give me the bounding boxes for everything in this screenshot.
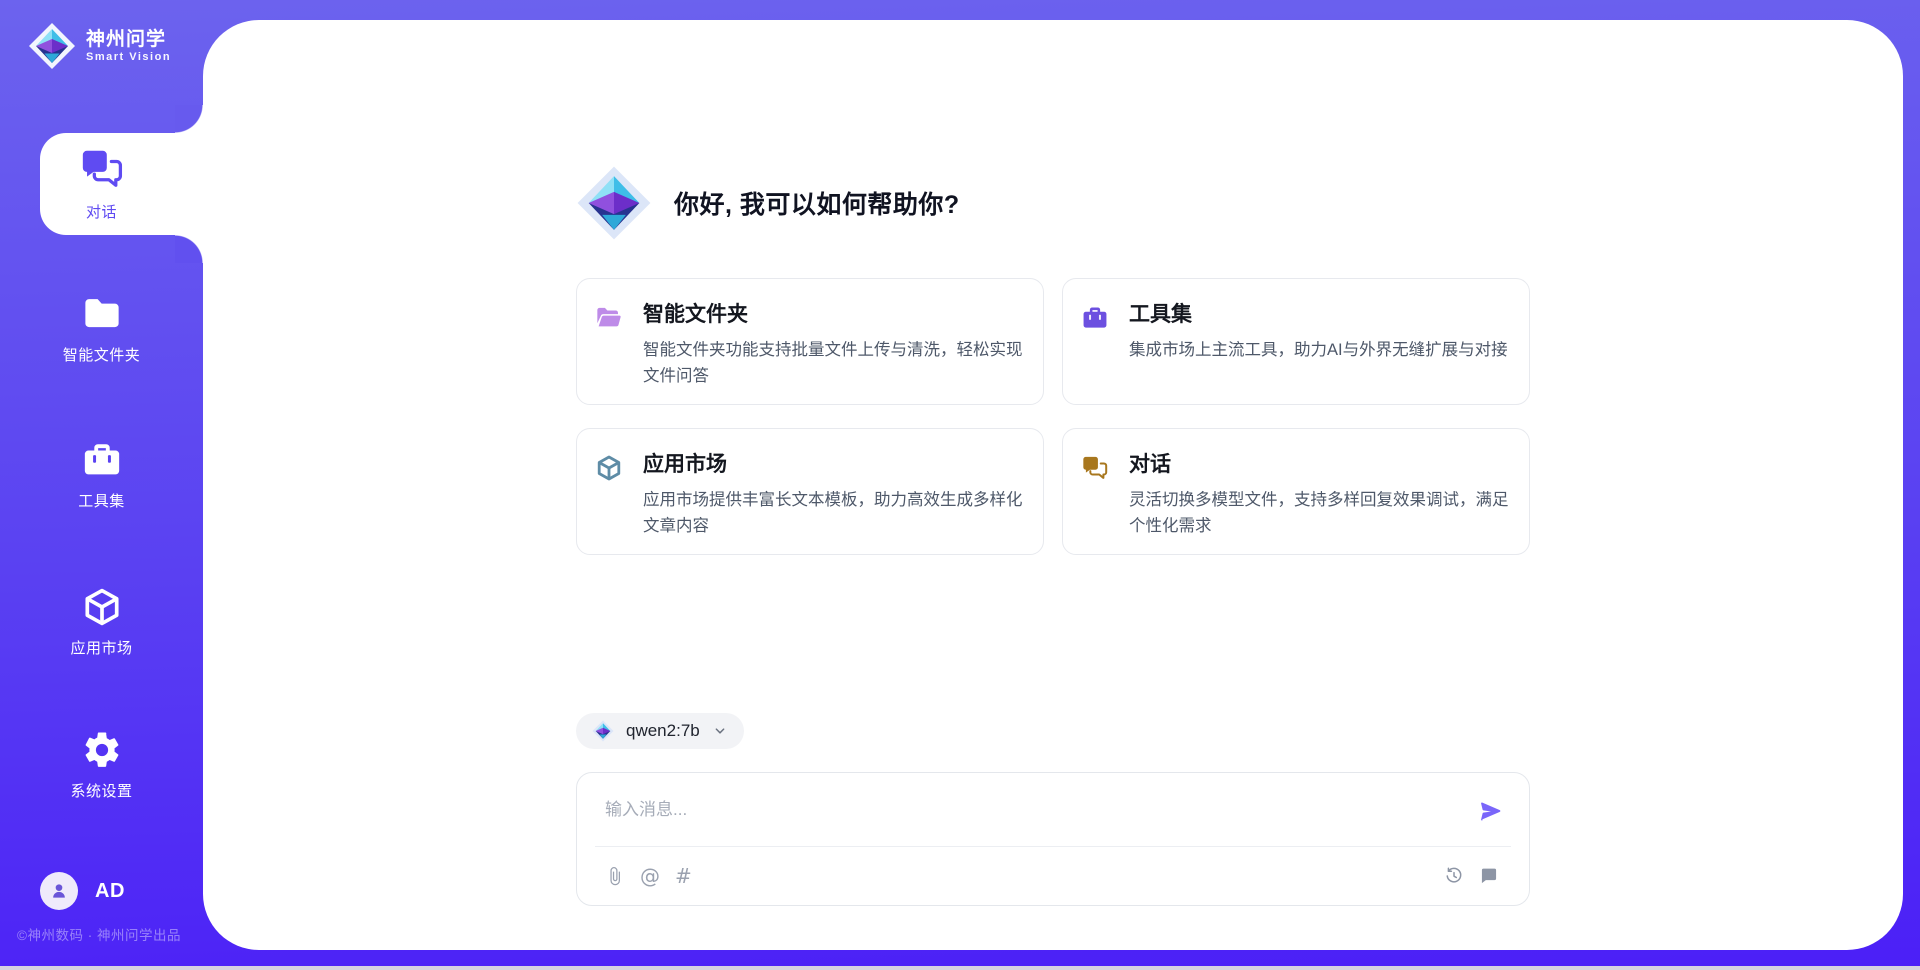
sidebar-item-label: 系统设置 <box>70 780 132 801</box>
app-logo: 神州问学 Smart Vision <box>28 22 171 70</box>
card-description: 应用市场提供丰富长文本模板，助力高效生成多样化文章内容 <box>643 487 1029 540</box>
history-clock-icon[interactable] <box>1444 866 1464 886</box>
user-name: AD <box>95 880 125 903</box>
card-description: 集成市场上主流工具，助力AI与外界无缝扩展与对接 <box>1129 337 1508 363</box>
active-tab-fillet-top <box>175 105 203 133</box>
sidebar-item-chat[interactable]: 对话 <box>40 133 203 235</box>
cube-icon <box>81 586 123 628</box>
sidebar-item-app-market[interactable]: 应用市场 <box>0 582 203 662</box>
sidebar: 神州问学 Smart Vision 对话 智能文件夹 工具集 <box>0 0 203 970</box>
briefcase-icon <box>1081 304 1109 332</box>
sidebar-item-label: 对话 <box>86 201 117 222</box>
card-title: 智能文件夹 <box>643 298 1029 328</box>
hashtag-icon[interactable]: # <box>675 866 692 886</box>
model-selector[interactable]: qwen2:7b <box>576 713 744 749</box>
chat-icon <box>79 146 125 192</box>
folder-icon <box>81 293 123 335</box>
brand-subtitle: Smart Vision <box>86 51 171 63</box>
active-tab-fillet-bottom <box>175 235 203 263</box>
chat-icon <box>1081 454 1109 482</box>
greeting-header: 你好, 我可以如何帮助你? <box>576 165 1530 241</box>
chat-bubble-icon[interactable] <box>1479 866 1499 886</box>
cube-icon <box>595 454 623 482</box>
card-app-market[interactable]: 应用市场 应用市场提供丰富长文本模板，助力高效生成多样化文章内容 <box>576 428 1044 555</box>
model-name: qwen2:7b <box>626 721 700 741</box>
feature-cards: 智能文件夹 智能文件夹功能支持批量文件上传与清洗，轻松实现文件问答 工具集 集成… <box>576 278 1530 555</box>
person-icon <box>49 881 69 901</box>
main-panel: 你好, 我可以如何帮助你? 智能文件夹 智能文件夹功能支持批量文件上传与清洗，轻… <box>203 20 1903 950</box>
card-title: 应用市场 <box>643 448 1029 478</box>
brand-name: 神州问学 <box>86 29 171 51</box>
sidebar-item-label: 工具集 <box>78 490 125 511</box>
avatar <box>40 872 78 910</box>
user-account[interactable]: AD <box>40 872 125 910</box>
brand-diamond-icon <box>28 22 76 70</box>
card-smart-folder[interactable]: 智能文件夹 智能文件夹功能支持批量文件上传与清洗，轻松实现文件问答 <box>576 278 1044 405</box>
card-chat[interactable]: 对话 灵活切换多模型文件，支持多样回复效果调试，满足个性化需求 <box>1062 428 1530 555</box>
copyright-footer: ©神州数码 · 神州问学出品 <box>17 924 181 944</box>
folder-open-icon <box>595 304 623 332</box>
chat-home-content: 你好, 我可以如何帮助你? 智能文件夹 智能文件夹功能支持批量文件上传与清洗，轻… <box>576 20 1530 906</box>
card-description: 智能文件夹功能支持批量文件上传与清洗，轻松实现文件问答 <box>643 337 1029 390</box>
card-title: 工具集 <box>1129 298 1508 328</box>
greeting-title: 你好, 我可以如何帮助你? <box>674 185 960 221</box>
brand-diamond-icon <box>576 165 652 241</box>
card-toolset[interactable]: 工具集 集成市场上主流工具，助力AI与外界无缝扩展与对接 <box>1062 278 1530 405</box>
mention-icon[interactable]: @ <box>640 866 660 886</box>
sidebar-item-label: 智能文件夹 <box>63 344 141 365</box>
paperclip-icon[interactable] <box>605 866 625 886</box>
diamond-logo-icon <box>592 720 614 742</box>
sidebar-item-smart-folder[interactable]: 智能文件夹 <box>0 289 203 369</box>
send-icon[interactable] <box>1479 799 1503 823</box>
sidebar-item-toolset[interactable]: 工具集 <box>0 435 203 515</box>
gear-icon <box>81 729 123 771</box>
message-input[interactable] <box>585 779 1479 841</box>
sidebar-item-settings[interactable]: 系统设置 <box>0 725 203 805</box>
card-title: 对话 <box>1129 448 1515 478</box>
sidebar-item-label: 应用市场 <box>70 637 132 658</box>
card-description: 灵活切换多模型文件，支持多样回复效果调试，满足个性化需求 <box>1129 487 1515 540</box>
message-composer: @ # <box>576 772 1530 906</box>
chevron-down-icon <box>712 723 728 739</box>
briefcase-icon <box>81 439 123 481</box>
window-bottom-edge <box>0 966 1920 970</box>
